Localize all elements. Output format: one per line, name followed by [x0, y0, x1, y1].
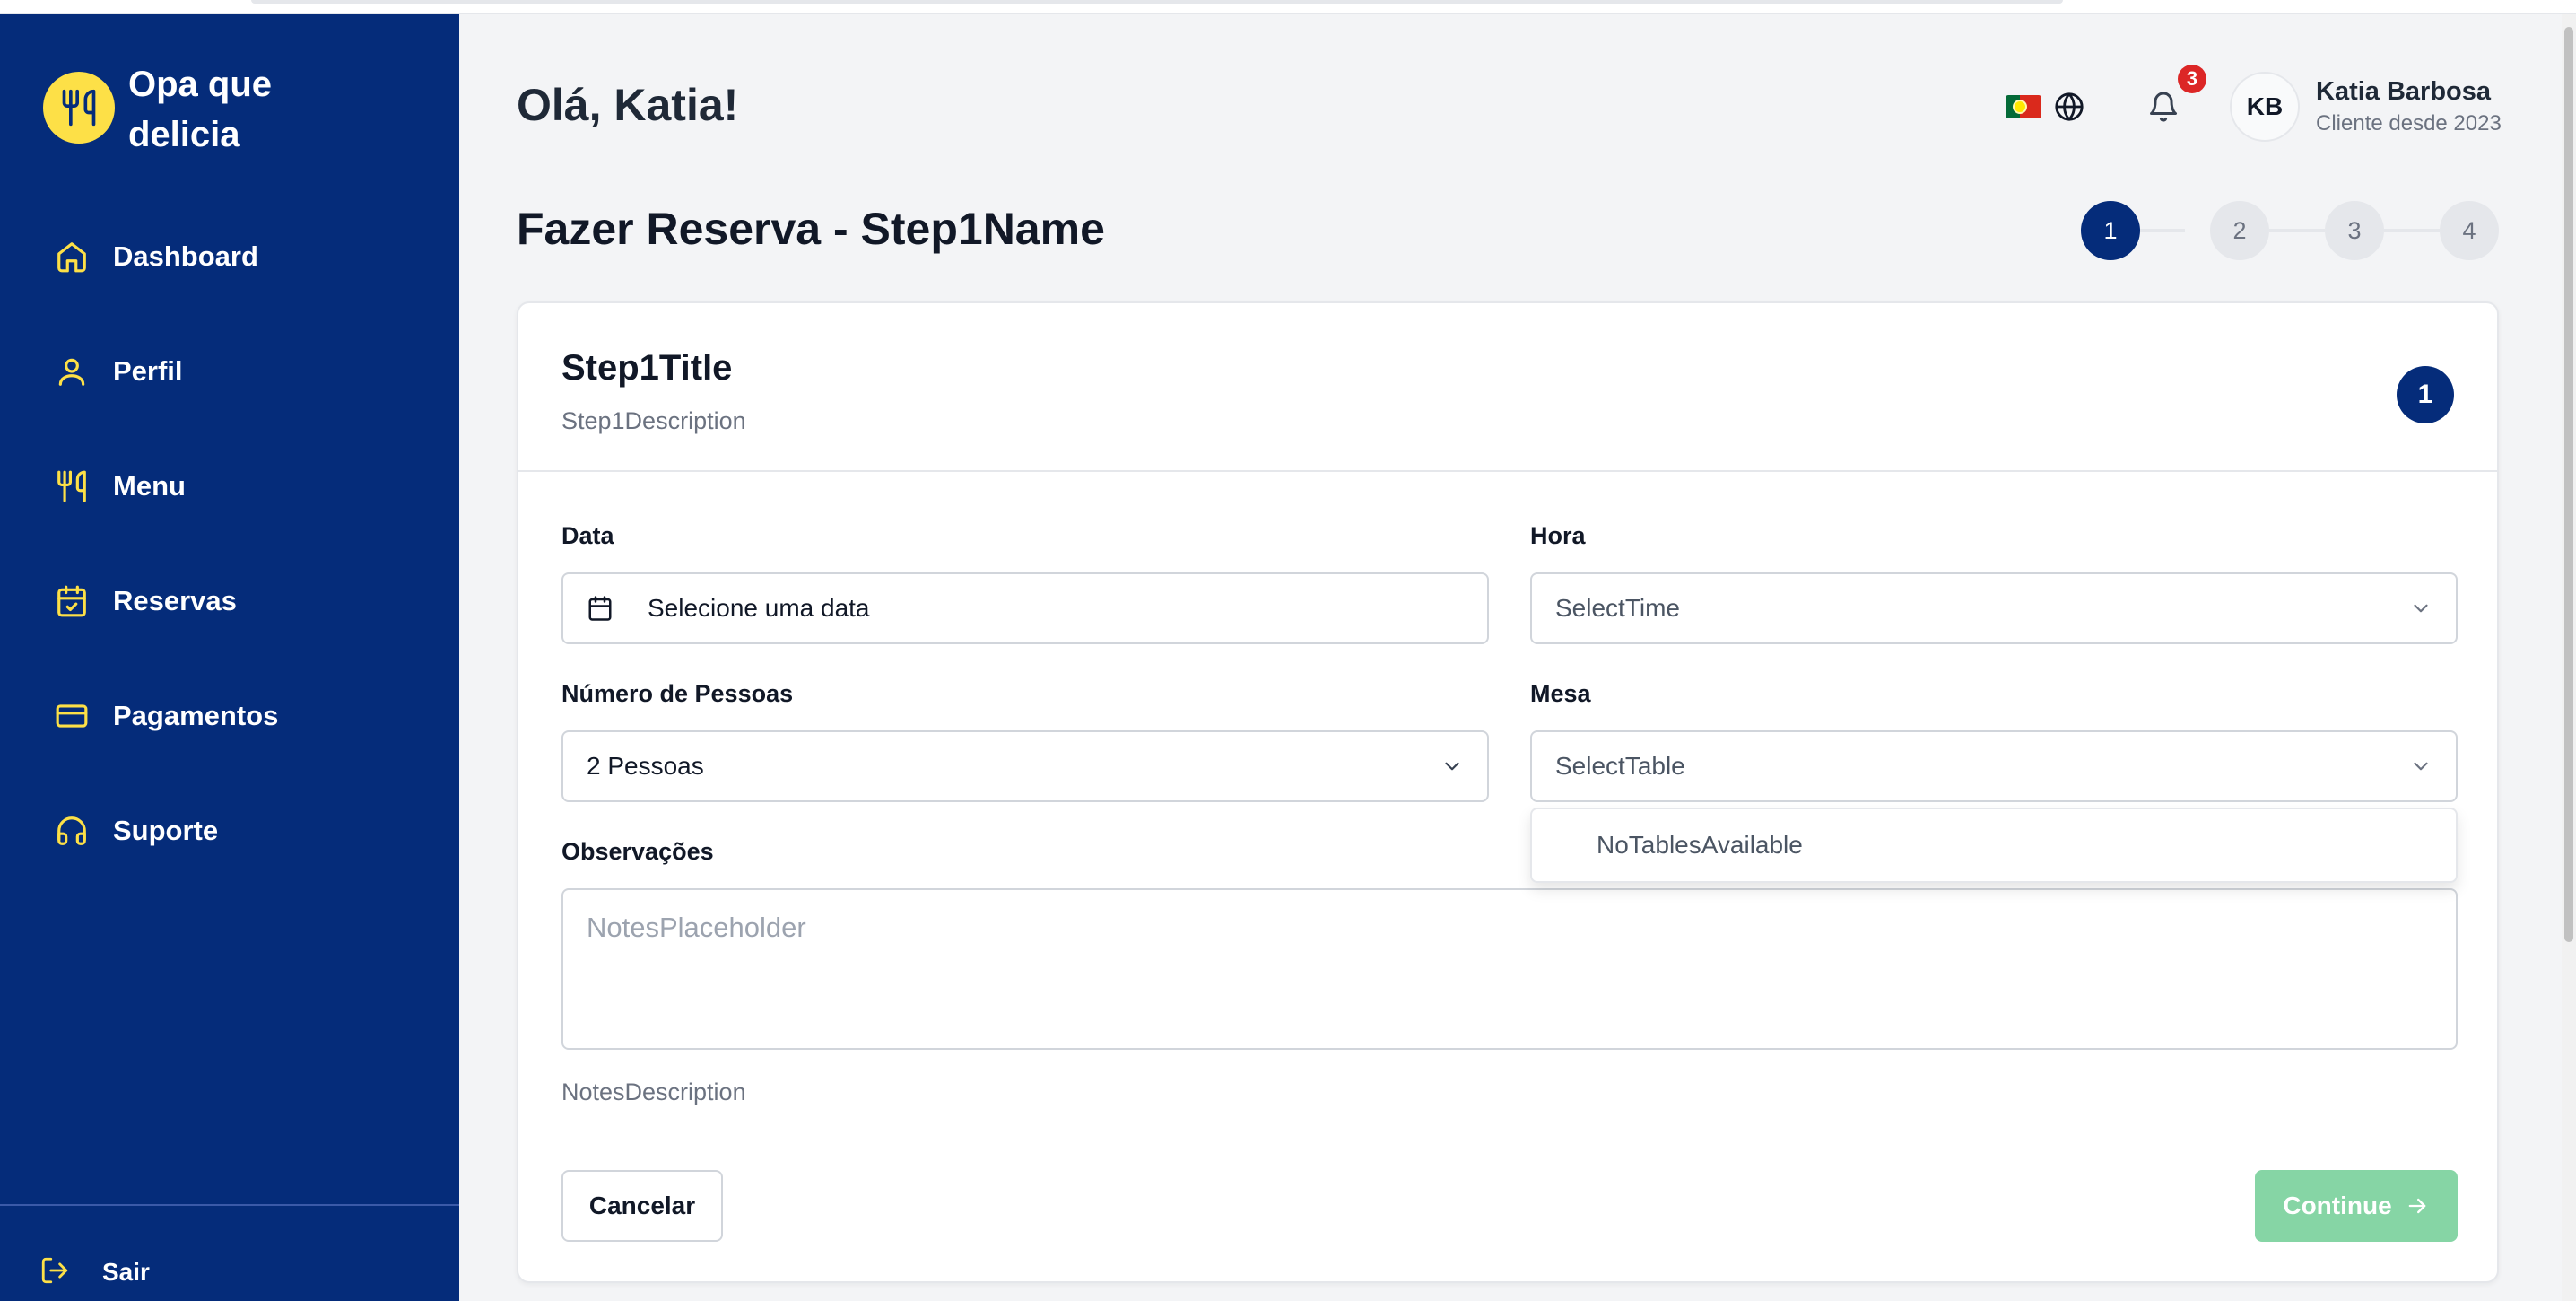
table-label: Mesa [1530, 680, 1591, 707]
date-label: Data [561, 522, 614, 549]
people-value: 2 Pessoas [587, 752, 704, 780]
sidebar-item-menu[interactable]: Menu [54, 458, 431, 515]
portugal-flag-icon[interactable] [2006, 95, 2041, 118]
avatar[interactable]: KB [2230, 72, 2300, 142]
card-divider [518, 470, 2497, 472]
table-placeholder: SelectTable [1555, 752, 1685, 780]
form-description: Step1Description [561, 407, 746, 434]
sidebar-item-label: Reservas [113, 585, 237, 616]
people-select[interactable]: 2 Pessoas [561, 730, 1489, 802]
credit-card-icon [54, 698, 90, 734]
utensils-icon [54, 468, 90, 504]
sidebar-item-label: Pagamentos [113, 700, 279, 731]
continue-button[interactable]: Continue [2255, 1170, 2458, 1242]
stepper-step-1: 1 [2081, 201, 2140, 260]
date-picker[interactable]: Selecione uma data [561, 572, 1489, 644]
utensils-icon [62, 89, 96, 127]
chevron-down-icon [1445, 762, 1459, 771]
notes-label: Observações [561, 838, 714, 865]
logo[interactable] [43, 72, 115, 144]
reservation-form-card: Step1Title Step1Description 1 Data Selec… [517, 301, 2499, 1283]
cancel-button[interactable]: Cancelar [561, 1170, 723, 1242]
arrow-right-icon [2408, 1198, 2425, 1214]
brand-name: Opa que delicia [128, 65, 273, 154]
time-placeholder: SelectTime [1555, 594, 1681, 622]
form-title: Step1Title [561, 348, 733, 388]
greeting: Olá, Katia! [517, 80, 739, 130]
sidebar-item-reservas[interactable]: Reservas [54, 572, 431, 630]
sidebar-item-pagamentos[interactable]: Pagamentos [54, 687, 431, 745]
sidebar-divider [0, 1204, 459, 1206]
time-label: Hora [1530, 522, 1586, 549]
chevron-down-icon [2414, 762, 2428, 771]
bell-icon[interactable] [2147, 90, 2180, 124]
people-label: Número de Pessoas [561, 680, 794, 707]
calendar-check-icon [54, 583, 90, 619]
sidebar-item-dashboard[interactable]: Dashboard [54, 228, 431, 285]
top-indicator [251, 0, 2063, 4]
sidebar-item-suporte[interactable]: Suporte [54, 802, 431, 860]
sidebar-item-perfil[interactable]: Perfil [54, 343, 431, 400]
continue-label: Continue [2283, 1192, 2392, 1219]
stepper-step-2: 2 [2210, 201, 2269, 260]
date-value: Selecione uma data [648, 594, 870, 622]
home-icon [54, 239, 90, 275]
notes-description: NotesDescription [561, 1078, 746, 1105]
logout-button[interactable]: Sair [39, 1251, 150, 1294]
browser-top-strip [0, 0, 2576, 14]
user-since: Cliente desde 2023 [2316, 111, 2502, 135]
step-badge: 1 [2397, 366, 2454, 423]
user-icon [54, 354, 90, 389]
page-title: Fazer Reserva - Step1Name [517, 204, 1105, 254]
user-name: Katia Barbosa [2316, 77, 2492, 106]
table-select[interactable]: SelectTable [1530, 730, 2458, 802]
notes-textarea[interactable]: NotesPlaceholder [561, 888, 2458, 1050]
page-scrollbar[interactable] [2562, 14, 2576, 1301]
logout-icon [39, 1255, 70, 1290]
stepper-connector [2384, 229, 2440, 232]
logout-label: Sair [102, 1258, 150, 1286]
sidebar-item-label: Dashboard [113, 240, 258, 272]
table-dropdown-option[interactable]: NoTablesAvailable [1530, 808, 2458, 883]
calendar-icon [587, 595, 614, 622]
globe-icon[interactable] [2054, 92, 2084, 122]
stepper-step-3: 3 [2325, 201, 2384, 260]
chevron-down-icon [2414, 604, 2428, 613]
notification-badge: 3 [2178, 65, 2206, 93]
sidebar-item-label: Suporte [113, 815, 219, 846]
scrollbar-thumb[interactable] [2564, 27, 2573, 942]
stepper-connector [2269, 229, 2325, 232]
headphones-icon [54, 813, 90, 849]
stepper-connector [2140, 229, 2185, 232]
sidebar-item-label: Perfil [113, 355, 183, 387]
stepper-step-4: 4 [2440, 201, 2499, 260]
time-select[interactable]: SelectTime [1530, 572, 2458, 644]
sidebar: Opa que delicia Dashboard Perfil Menu Re… [0, 14, 459, 1301]
sidebar-item-label: Menu [113, 470, 186, 502]
